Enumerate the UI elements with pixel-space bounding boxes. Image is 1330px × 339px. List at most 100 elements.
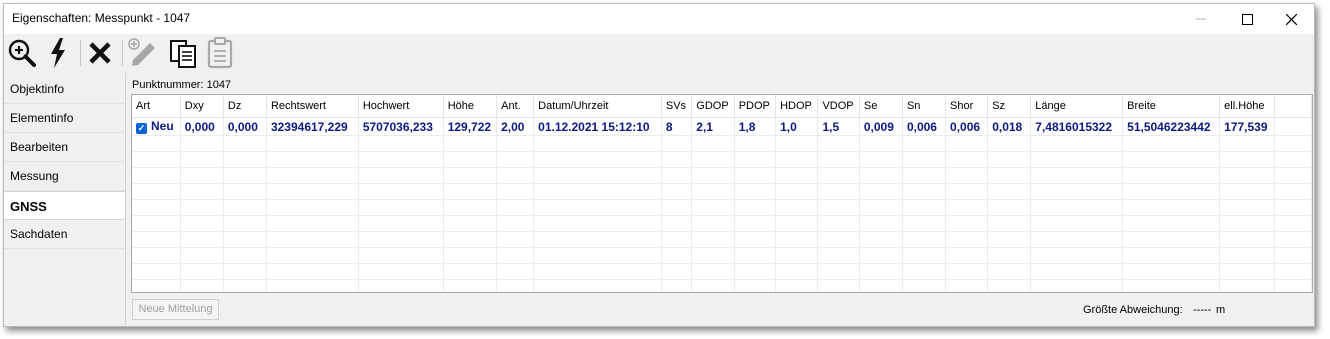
- col-header[interactable]: Sn: [902, 95, 947, 118]
- empty-row: [132, 247, 1312, 264]
- empty-cell: [180, 263, 224, 280]
- col-header[interactable]: Dxy: [180, 95, 224, 118]
- col-header[interactable]: VDOP: [817, 95, 860, 118]
- empty-cell: [902, 135, 947, 152]
- table-cell[interactable]: 0,006: [902, 117, 947, 136]
- empty-cell: [734, 279, 777, 292]
- tab-gnss[interactable]: GNSS: [4, 191, 125, 220]
- col-header[interactable]: HDOP: [775, 95, 819, 118]
- table-cell[interactable]: 7,4816015322: [1030, 117, 1124, 136]
- tab-objektinfo[interactable]: Objektinfo: [4, 75, 125, 104]
- col-header[interactable]: Art: [132, 95, 181, 118]
- empty-cell: [691, 151, 735, 168]
- table-row[interactable]: ✓ Neu 0,000 0,000 32394617,229 5707036,23…: [132, 117, 1312, 136]
- table-cell[interactable]: 5707036,233: [358, 117, 444, 136]
- col-header[interactable]: PDOP: [734, 95, 777, 118]
- copy-icon[interactable]: [168, 36, 200, 70]
- empty-cell: [661, 231, 693, 248]
- empty-cell: [817, 215, 860, 232]
- empty-cell: [1030, 151, 1124, 168]
- empty-cell: [902, 151, 947, 168]
- empty-cell: [533, 247, 662, 264]
- table-cell[interactable]: 177,539: [1219, 117, 1276, 136]
- edit-pen-icon[interactable]: [126, 36, 158, 70]
- table-cell[interactable]: 129,722: [443, 117, 498, 136]
- col-header[interactable]: Höhe: [443, 95, 498, 118]
- empty-cell: [775, 135, 819, 152]
- col-header[interactable]: GDOP: [691, 95, 735, 118]
- paste-clipboard-icon[interactable]: [204, 36, 236, 70]
- title-bar[interactable]: Eigenschaften: Messpunkt - 1047: [4, 4, 1314, 34]
- table-cell[interactable]: 0,009: [859, 117, 903, 136]
- table-cell[interactable]: 2,1: [691, 117, 735, 136]
- empty-cell: [691, 231, 735, 248]
- minimize-button[interactable]: [1178, 4, 1224, 34]
- point-number-label: Punktnummer: 1047: [132, 79, 232, 91]
- col-header[interactable]: Se: [859, 95, 903, 118]
- empty-cell: [223, 135, 267, 152]
- neue-mittelung-button[interactable]: Neue Mittelung: [132, 299, 219, 320]
- table-cell[interactable]: 8: [661, 117, 693, 136]
- empty-cell: [1219, 199, 1276, 216]
- col-header[interactable]: Datum/Uhrzeit: [533, 95, 662, 118]
- empty-cell: [987, 215, 1032, 232]
- empty-cell: [987, 151, 1032, 168]
- tab-sachdaten[interactable]: Sachdaten: [4, 220, 125, 249]
- checkbox-checked-icon[interactable]: ✓: [136, 123, 147, 134]
- art-cell[interactable]: ✓ Neu: [132, 117, 181, 136]
- table-cell[interactable]: 0,000: [223, 117, 267, 136]
- col-header[interactable]: Shor: [945, 95, 989, 118]
- empty-cell: [1274, 231, 1312, 248]
- empty-cell: [661, 135, 693, 152]
- col-header[interactable]: Dz: [223, 95, 267, 118]
- table-cell[interactable]: 0,006: [945, 117, 989, 136]
- col-header[interactable]: Breite: [1122, 95, 1221, 118]
- table-cell[interactable]: 0,000: [180, 117, 224, 136]
- empty-cell: [661, 247, 693, 264]
- gnss-data-grid[interactable]: Art Dxy Dz Rechtswert Hochwert Höhe Ant.…: [131, 94, 1313, 293]
- col-header[interactable]: Rechtswert: [266, 95, 359, 118]
- empty-cell: [533, 199, 662, 216]
- col-header[interactable]: SVs: [661, 95, 693, 118]
- empty-cell: [533, 183, 662, 200]
- table-cell[interactable]: 2,00: [496, 117, 535, 136]
- empty-row: [132, 135, 1312, 152]
- tab-messung[interactable]: Messung: [4, 162, 125, 191]
- table-cell[interactable]: 1,5: [817, 117, 860, 136]
- empty-cell: [1274, 263, 1312, 280]
- col-header[interactable]: Sz: [987, 95, 1032, 118]
- empty-cell: [661, 183, 693, 200]
- col-header[interactable]: Ant.: [496, 95, 535, 118]
- empty-cell: [1030, 231, 1124, 248]
- empty-cell: [1030, 183, 1124, 200]
- empty-cell: [775, 167, 819, 184]
- table-cell[interactable]: 01.12.2021 15:12:10: [533, 117, 662, 136]
- table-cell[interactable]: 1,8: [734, 117, 777, 136]
- col-header[interactable]: Länge: [1030, 95, 1124, 118]
- empty-cell: [223, 279, 267, 292]
- close-button[interactable]: [1268, 4, 1314, 34]
- tab-bearbeiten[interactable]: Bearbeiten: [4, 133, 125, 162]
- empty-cell: [496, 263, 535, 280]
- empty-cell: [496, 135, 535, 152]
- empty-cell: [358, 279, 444, 292]
- delete-x-icon[interactable]: [84, 36, 116, 70]
- empty-cell: [533, 167, 662, 184]
- tab-elementinfo[interactable]: Elementinfo: [4, 104, 125, 133]
- table-cell[interactable]: 0,018: [987, 117, 1032, 136]
- empty-row: [132, 231, 1312, 248]
- empty-cell: [859, 183, 903, 200]
- max-deviation-value: -----: [1193, 304, 1212, 316]
- empty-cell: [1219, 183, 1276, 200]
- empty-cell: [987, 199, 1032, 216]
- table-cell[interactable]: 51,5046223442: [1122, 117, 1221, 136]
- zoom-in-icon[interactable]: [6, 36, 38, 70]
- table-cell[interactable]: 1,0: [775, 117, 819, 136]
- toolbar: [4, 34, 1314, 72]
- col-header[interactable]: Hochwert: [358, 95, 444, 118]
- table-cell[interactable]: 32394617,229: [266, 117, 359, 136]
- maximize-button[interactable]: [1224, 4, 1270, 34]
- lightning-icon[interactable]: [42, 36, 74, 70]
- empty-cell: [945, 247, 989, 264]
- col-header[interactable]: ell.Höhe: [1219, 95, 1276, 118]
